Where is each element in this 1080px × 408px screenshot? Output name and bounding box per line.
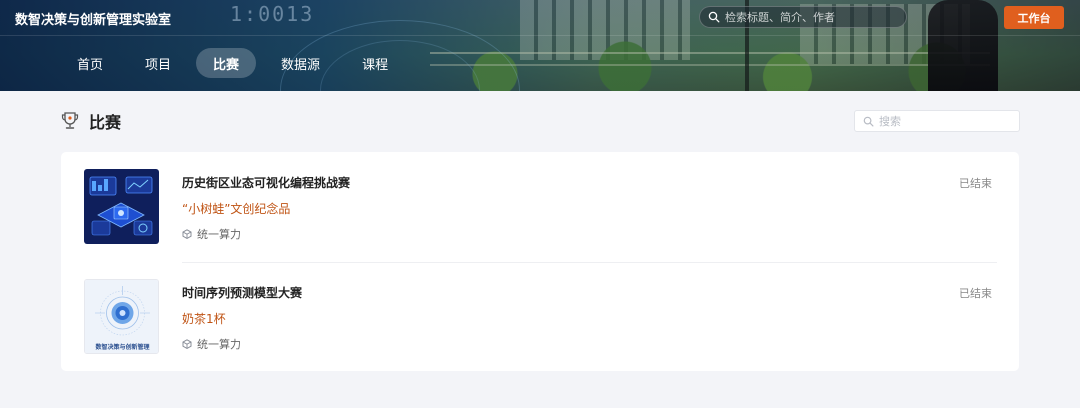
banner-fence [430,64,990,66]
competition-search[interactable] [854,110,1020,132]
competition-thumbnail[interactable]: 数智决策与创新管理 [84,279,159,354]
competition-list: 历史街区业态可视化编程挑战赛 “小树蛙”文创纪念品 统一算力 已结束 数智决策与… [61,152,1019,371]
nav-item-courses[interactable]: 课程 [345,48,405,78]
banner-fence [430,52,990,54]
global-search-input[interactable] [725,10,895,24]
cube-icon [182,339,192,349]
nav-item-competitions[interactable]: 比赛 [196,48,257,78]
section-header: 比赛 [61,109,121,133]
search-icon [708,11,720,23]
nav-item-projects[interactable]: 项目 [128,48,188,78]
competition-prize: 奶茶1杯 [182,312,226,326]
cube-icon [182,229,192,239]
competition-thumbnail[interactable] [84,169,159,244]
list-item[interactable]: 数智决策与创新管理 时间序列预测模型大赛 奶茶1杯 统一算力 已结束 [61,262,1019,372]
organizer-label: 统一算力 [197,228,241,241]
page-title: 比赛 [89,113,122,132]
thumbnail-caption: 数智决策与创新管理 [95,344,150,351]
competition-search-input[interactable] [879,114,1009,128]
status-badge: 已结束 [959,177,992,190]
competition-title[interactable]: 时间序列预测模型大赛 [182,284,302,301]
competition-organizer: 统一算力 [182,226,241,242]
competition-prize: “小树蛙”文创纪念品 [182,202,291,216]
header-divider [0,35,1080,36]
global-search[interactable] [699,6,907,28]
main-nav: 首页 项目 比赛 数据源 课程 [60,48,413,78]
nav-item-home[interactable]: 首页 [60,48,120,78]
dashboard-illustration-icon [84,169,159,244]
banner-figure [928,0,998,91]
header-banner: 1:0013 数智决策与创新管理实验室 工作台 首页 项目 比赛 数据源 课程 [0,0,1080,91]
list-item[interactable]: 历史街区业态可视化编程挑战赛 “小树蛙”文创纪念品 统一算力 已结束 [61,152,1019,262]
search-icon [863,116,874,126]
competition-organizer: 统一算力 [182,336,241,352]
banner-clock-text: 1:0013 [230,2,315,26]
competition-title[interactable]: 历史街区业态可视化编程挑战赛 [182,174,350,191]
status-badge: 已结束 [959,287,992,300]
workbench-button[interactable]: 工作台 [1004,6,1064,29]
nav-item-datasources[interactable]: 数据源 [264,48,337,78]
trophy-icon [61,112,79,129]
organizer-label: 统一算力 [197,338,241,351]
site-title[interactable]: 数智决策与创新管理实验室 [15,9,171,28]
